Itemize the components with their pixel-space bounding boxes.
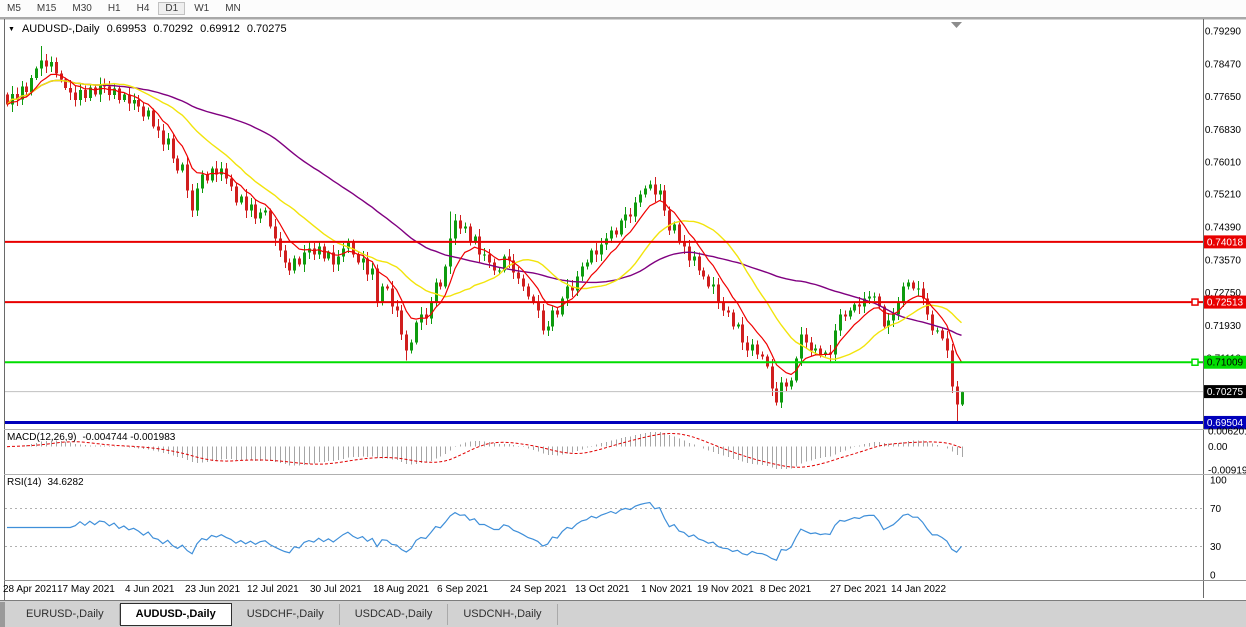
price-tick-label: 0.75210: [1205, 190, 1242, 201]
timeframe-toolbar: M5 M15 M30 H1 H4 D1 W1 MN: [0, 0, 1246, 17]
rsi-axis: 100 70 30 0: [1210, 476, 1227, 582]
date-tick-label: 13 Oct 2021: [575, 584, 630, 595]
rsi-name: RSI(14): [7, 477, 42, 488]
rsi-tick-label: 30: [1210, 542, 1222, 553]
tab-audusd-daily[interactable]: AUDUSD-,Daily: [119, 603, 232, 626]
price-tick-label: 0.78470: [1205, 59, 1242, 70]
tabbar-left-strip: [0, 601, 5, 627]
timeframe-button-h4[interactable]: H4: [130, 2, 157, 15]
quote-high: 0.70292: [153, 23, 194, 35]
timeframe-button-w1[interactable]: W1: [187, 2, 216, 15]
date-tick-label: 14 Jan 2022: [891, 584, 946, 595]
price-tick-label: 0.71930: [1205, 321, 1242, 332]
macd-axis: 0.0062010.00-0.009197: [1208, 426, 1246, 476]
toolbar-separator: [0, 17, 1246, 20]
timeframe-button-h1[interactable]: H1: [101, 2, 128, 15]
price-tick-label: 0.76830: [1205, 125, 1242, 136]
price-tick-label: 0.79290: [1205, 27, 1242, 38]
tab-usdchf-daily[interactable]: USDCHF-,Daily: [232, 604, 340, 625]
date-tick-label: 27 Dec 2021: [830, 584, 887, 595]
date-tick-label: 28 Apr 2021: [3, 584, 57, 595]
price-axis: 0.79290 0.78470 0.77650 0.76830 0.76010 0.752…: [1205, 27, 1242, 365]
price-tick-label: 0.74390: [1205, 223, 1242, 234]
price-tick-label: 0.77650: [1205, 92, 1242, 103]
support-line-0-71009-handle[interactable]: [1191, 358, 1199, 366]
autoscroll-shift-icon[interactable]: [951, 22, 962, 28]
tab-eurusd-daily[interactable]: EURUSD-,Daily: [11, 604, 120, 625]
rsi-line: [7, 501, 962, 561]
macd-values: -0.004744 -0.001983: [82, 432, 176, 443]
chart-canvas[interactable]: 0.79290 0.78470 0.77650 0.76830 0.76010 0.752…: [0, 0, 1246, 627]
current-price-tag-text: 0.70275: [1207, 387, 1244, 398]
quote-open: 0.69953: [106, 23, 147, 35]
tab-usdcad-daily[interactable]: USDCAD-,Daily: [340, 604, 449, 625]
date-tick-label: 8 Dec 2021: [760, 584, 812, 595]
rsi-tick-label: 0: [1210, 571, 1216, 582]
rsi-indicator-label: RSI(14) 34.6282: [7, 477, 84, 488]
price-tag-0-74018-text: 0.74018: [1207, 237, 1244, 248]
date-tick-label: 18 Aug 2021: [373, 584, 430, 595]
date-tick-label: 17 May 2021: [57, 584, 115, 595]
price-tag-0-72513-text: 0.72513: [1207, 298, 1244, 309]
chart-title: ▼ AUDUSD-,Daily 0.69953 0.70292 0.69912 …: [8, 23, 287, 35]
timeframe-button-m30[interactable]: M30: [65, 2, 98, 15]
resistance-line-0-72513-handle[interactable]: [1191, 298, 1199, 306]
candlestick-series[interactable]: [6, 46, 964, 422]
price-tick-label: 0.76010: [1205, 158, 1242, 169]
date-tick-label: 12 Jul 2021: [247, 584, 299, 595]
timeframe-button-m5[interactable]: M5: [0, 2, 28, 15]
ma-mid-line: [6, 79, 962, 360]
price-tick-label: 0.73570: [1205, 255, 1242, 266]
timeframe-button-m15[interactable]: M15: [30, 2, 63, 15]
rsi-value: 34.6282: [47, 477, 84, 488]
macd-tick-label: 0.00: [1208, 442, 1228, 453]
symbol-dropdown-arrow-icon[interactable]: ▼: [8, 26, 15, 33]
date-tick-label: 6 Sep 2021: [437, 584, 489, 595]
trading-platform-window: { "toolbar": { "timeframes": ["M5","M15"…: [0, 0, 1246, 627]
timeframe-button-d1[interactable]: D1: [158, 2, 186, 15]
date-tick-label: 30 Jul 2021: [310, 584, 362, 595]
date-tick-label: 23 Jun 2021: [185, 584, 240, 595]
rsi-tick-label: 100: [1210, 476, 1227, 487]
ma-slow-line: [6, 79, 962, 336]
rsi-tick-label: 70: [1210, 504, 1222, 515]
price-tag-0-71009-text: 0.71009: [1207, 358, 1244, 369]
macd-indicator-label: MACD(12,26,9) -0.004744 -0.001983: [7, 432, 175, 443]
date-tick-label: 1 Nov 2021: [641, 584, 693, 595]
symbol-name: AUDUSD-,Daily: [21, 23, 100, 35]
quote-close: 0.70275: [246, 23, 287, 35]
date-tick-label: 24 Sep 2021: [510, 584, 567, 595]
tab-usdcnh-daily[interactable]: USDCNH-,Daily: [448, 604, 558, 625]
date-axis: 28 Apr 2021 17 May 2021 4 Jun 2021 23 Jun 2…: [3, 584, 946, 595]
timeframe-button-mn[interactable]: MN: [218, 2, 248, 15]
date-tick-label: 19 Nov 2021: [697, 584, 754, 595]
quote-low: 0.69912: [200, 23, 240, 35]
ma-fast-line: [6, 73, 963, 376]
date-tick-label: 4 Jun 2021: [125, 584, 175, 595]
macd-name: MACD(12,26,9): [7, 432, 77, 443]
chart-tab-bar: EURUSD-,Daily AUDUSD-,Daily USDCHF-,Daily U…: [0, 600, 1246, 627]
macd-tick-label: 0.006201: [1208, 426, 1246, 437]
